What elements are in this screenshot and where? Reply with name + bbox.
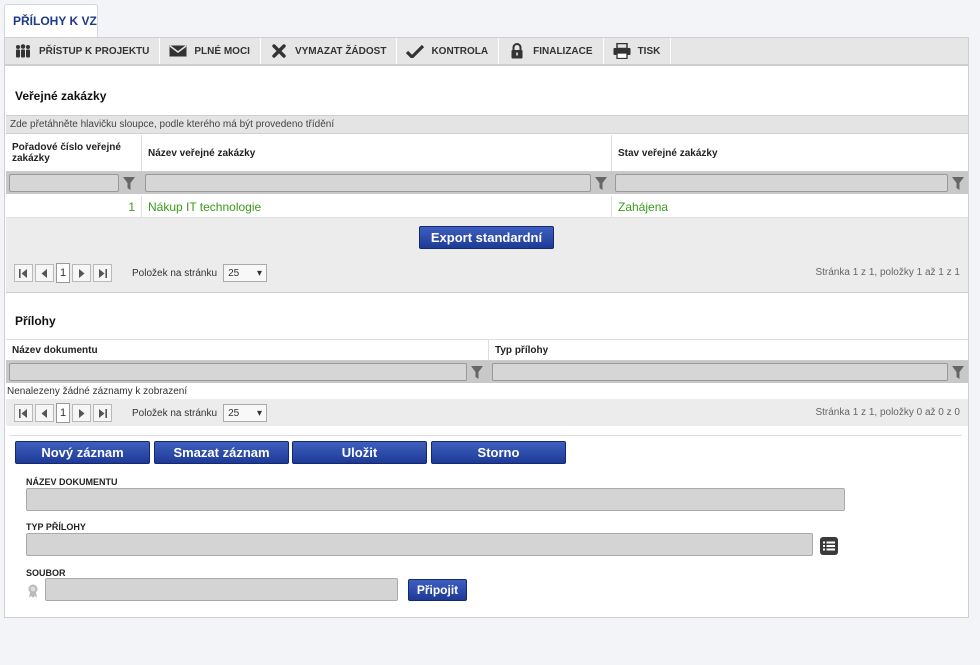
type-label: TYP PŘÍLOHY: [26, 522, 86, 532]
attachments-pager-info: Stránka 1 z 1, položky 0 až 0 z 0: [815, 407, 960, 418]
filter-icon[interactable]: [119, 174, 139, 192]
toolbar-label: FINALIZACE: [533, 45, 593, 57]
next-page-icon[interactable]: [72, 264, 91, 282]
toolbar-label: KONTROLA: [431, 45, 489, 57]
per-page-value: 25: [228, 407, 240, 419]
contracts-footer: Export standardní 1 Položek na stránku 2…: [6, 218, 968, 293]
prev-page-icon[interactable]: [35, 404, 54, 422]
x-icon: [269, 43, 289, 59]
toolbar: PŘÍSTUP K PROJEKTU PLNÉ MOCI VYMAZAT ŽÁD…: [4, 37, 969, 65]
filter-status-input[interactable]: [615, 174, 949, 192]
table-row[interactable]: 1 Nákup IT technologie Zahájena: [6, 196, 968, 218]
next-page-icon[interactable]: [72, 404, 91, 422]
filter-icon[interactable]: [948, 174, 968, 192]
list-icon[interactable]: [820, 537, 838, 555]
filter-name-input[interactable]: [145, 174, 591, 192]
divider: [10, 435, 962, 436]
cell-status: Zahájena: [618, 200, 669, 214]
first-page-icon[interactable]: [14, 264, 33, 282]
printer-icon: [612, 43, 632, 59]
prev-page-icon[interactable]: [35, 264, 54, 282]
new-record-button[interactable]: Nový záznam: [15, 441, 150, 464]
toolbar-label: PŘÍSTUP K PROJEKTU: [39, 45, 150, 57]
check-button[interactable]: KONTROLA: [397, 38, 500, 64]
last-page-icon[interactable]: [93, 404, 112, 422]
column-header-status[interactable]: Stav veřejné zakázky: [612, 135, 968, 171]
column-header-doc-name[interactable]: Název dokumentu: [6, 340, 489, 360]
filter-icon[interactable]: [948, 363, 968, 381]
export-standard-button[interactable]: Export standardní: [419, 226, 554, 249]
toolbar-label: TISK: [637, 45, 661, 57]
column-header-number[interactable]: Pořadové číslo veřejné zakázky: [6, 135, 142, 171]
doc-name-label: NÁZEV DOKUMENTU: [26, 477, 118, 487]
attachments-pager: 1 Položek na stránku 25 ▾: [14, 403, 268, 423]
group-hint-bar[interactable]: Zde přetáhněte hlavičku sloupce, podle k…: [6, 115, 968, 134]
print-button[interactable]: TISK: [604, 38, 672, 64]
file-label: SOUBOR: [26, 568, 66, 578]
toolbar-label: VYMAZAT ŽÁDOST: [294, 45, 387, 57]
cancel-button[interactable]: Storno: [431, 441, 566, 464]
attachments-filter-row: [6, 361, 968, 383]
delete-request-button[interactable]: VYMAZAT ŽÁDOST: [261, 38, 398, 64]
contracts-pager-info: Stránka 1 z 1, položky 1 až 1 z 1: [815, 267, 960, 278]
doc-name-field[interactable]: [26, 488, 845, 511]
attachments-header: Název dokumentu Typ přílohy: [6, 339, 968, 361]
attachments-footer: 1 Položek na stránku 25 ▾ Stránka 1 z 1, …: [6, 399, 968, 426]
file-field[interactable]: [45, 578, 398, 601]
cell-name: Nákup IT technologie: [142, 196, 612, 217]
type-field[interactable]: [26, 533, 813, 556]
filter-icon[interactable]: [467, 363, 487, 381]
save-button[interactable]: Uložit: [292, 441, 427, 464]
certificate-icon: [26, 583, 40, 599]
contracts-header: Pořadové číslo veřejné zakázky Název veř…: [6, 135, 968, 172]
tab-prilohy-k-vz[interactable]: PŘÍLOHY K VZ: [4, 4, 98, 38]
per-page-value: 25: [228, 267, 240, 279]
finalize-button[interactable]: FINALIZACE: [499, 38, 604, 64]
filter-number-input[interactable]: [9, 174, 119, 192]
lock-icon: [507, 43, 527, 59]
empty-message: Nenalezeny žádné záznamy k zobrazení: [7, 386, 188, 397]
column-header-name[interactable]: Název veřejné zakázky: [142, 135, 612, 171]
people-icon: [13, 43, 33, 59]
chevron-down-icon: ▾: [257, 407, 263, 419]
page-number[interactable]: 1: [56, 263, 70, 283]
delete-record-button[interactable]: Smazat záznam: [154, 441, 289, 464]
toolbar-label: PLNÉ MOCI: [194, 45, 250, 57]
chevron-down-icon: ▾: [257, 267, 263, 279]
main-panel: Veřejné zakázky Zde přetáhněte hlavičku …: [4, 65, 969, 618]
per-page-select[interactable]: 25 ▾: [223, 404, 268, 422]
cell-number: 1: [6, 196, 142, 217]
first-page-icon[interactable]: [14, 404, 33, 422]
filter-doc-name-input[interactable]: [9, 363, 467, 381]
last-page-icon[interactable]: [93, 264, 112, 282]
attach-button[interactable]: Připojit: [408, 579, 467, 601]
per-page-label: Položek na stránku: [132, 267, 218, 279]
per-page-label: Položek na stránku: [132, 407, 218, 419]
power-of-attorney-button[interactable]: PLNÉ MOCI: [160, 38, 261, 64]
attachments-title: Přílohy: [15, 314, 56, 328]
page-number[interactable]: 1: [56, 403, 70, 423]
contracts-pager: 1 Položek na stránku 25 ▾: [14, 263, 268, 283]
contracts-title: Veřejné zakázky: [15, 89, 107, 103]
filter-icon[interactable]: [591, 174, 611, 192]
per-page-select[interactable]: 25 ▾: [223, 264, 268, 282]
envelope-icon: [168, 43, 188, 59]
contracts-filter-row: [6, 172, 968, 194]
filter-type-input[interactable]: [492, 363, 948, 381]
column-header-type[interactable]: Typ přílohy: [489, 340, 968, 360]
access-project-button[interactable]: PŘÍSTUP K PROJEKTU: [5, 38, 161, 64]
check-icon: [405, 43, 425, 59]
